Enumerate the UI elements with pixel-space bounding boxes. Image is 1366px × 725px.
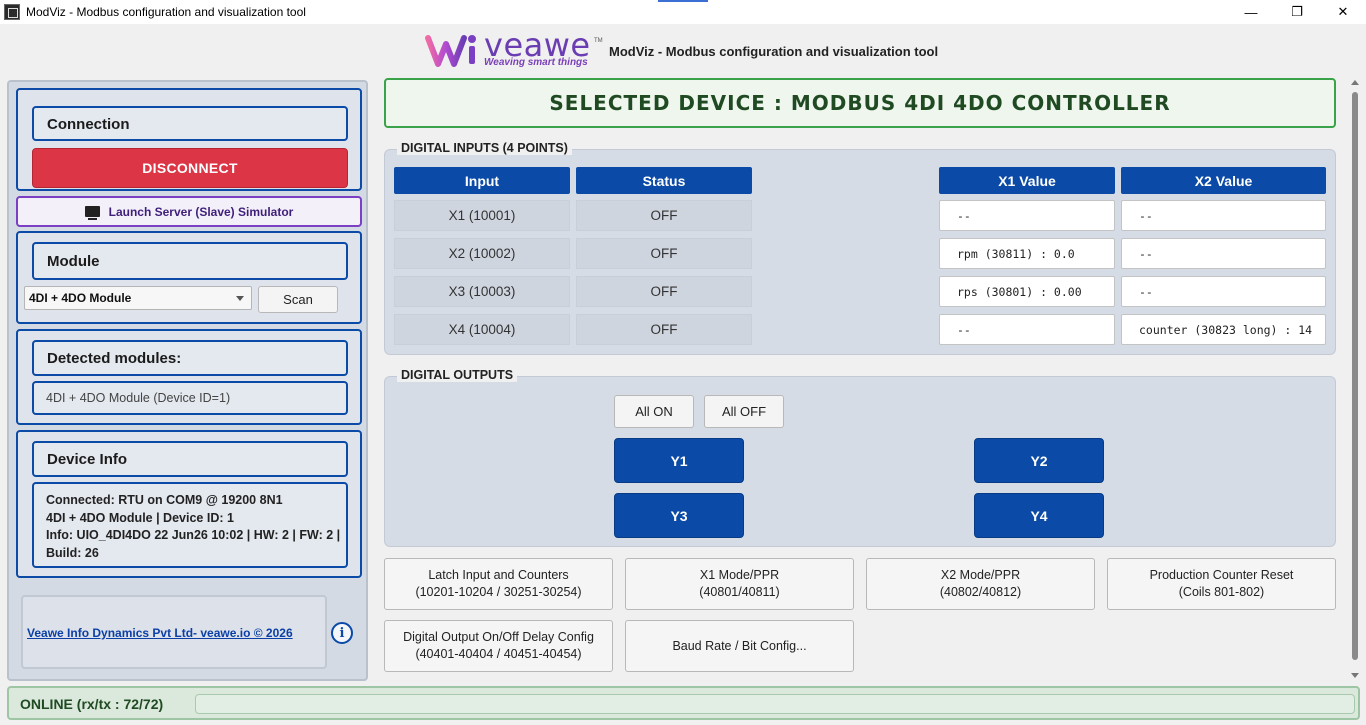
latch-registers: (10201-10204 / 30251-30254) [415, 585, 582, 599]
module-select[interactable]: 4DI + 4DO Module [24, 286, 252, 310]
status-log-field [195, 694, 1355, 714]
baud-rate-label: Baud Rate / Bit Config... [672, 638, 807, 653]
monitor-icon [84, 206, 100, 220]
x1-value-x4: -- [939, 314, 1115, 345]
all-off-button[interactable]: All OFF [704, 395, 784, 428]
selected-device-banner: SELECTED DEVICE : MODBUS 4DI 4DO CONTROL… [384, 78, 1336, 128]
device-info-title-box: Device Info [32, 441, 348, 477]
connection-group: Connection DISCONNECT [16, 88, 362, 191]
detected-modules-group: Detected modules: 4DI + 4DO Module (Devi… [16, 329, 362, 425]
left-panel: Connection DISCONNECT Launch Server (Sla… [7, 80, 368, 681]
device-info-line-3: Info: UIO_4DI4DO 22 Jun26 10:02 | HW: 2 … [46, 528, 341, 560]
latch-label: Latch Input and Counters [428, 568, 569, 582]
module-title-box: Module [32, 242, 348, 280]
device-info-text: Connected: RTU on COM9 @ 19200 8N1 4DI +… [46, 492, 346, 562]
scroll-down-icon[interactable] [1351, 673, 1359, 678]
x1-value-x1: -- [939, 200, 1115, 231]
x2-value-x4: counter (30823 long) : 14 [1121, 314, 1326, 345]
status-text: ONLINE (rx/tx : 72/72) [20, 696, 164, 712]
window-title: ModViz - Modbus configuration and visual… [26, 5, 306, 19]
production-counter-reset-button[interactable]: Production Counter Reset (Coils 801-802) [1107, 558, 1336, 610]
x1-value-x3: rps (30801) : 0.00 [939, 276, 1115, 307]
output-y3-button[interactable]: Y3 [614, 493, 744, 538]
x2-mode-label: X2 Mode/PPR [940, 568, 1021, 582]
x2-value-x3: -- [1121, 276, 1326, 307]
connection-title-box: Connection [32, 106, 348, 141]
counter-reset-coils: (Coils 801-802) [1178, 585, 1265, 599]
header-x1-value: X1 Value [939, 167, 1115, 194]
logo-tagline: Weaving smart things [484, 57, 588, 68]
output-y2-button[interactable]: Y2 [974, 438, 1104, 483]
input-name-x4: X4 (10004) [394, 314, 570, 345]
logo-w-icon [425, 35, 476, 67]
module-title: Module [47, 253, 100, 270]
window-titlebar: ModViz - Modbus configuration and visual… [0, 0, 1366, 24]
output-delay-config-button[interactable]: Digital Output On/Off Delay Config (4040… [384, 620, 613, 672]
header-status: Status [576, 167, 752, 194]
detected-module-item: 4DI + 4DO Module (Device ID=1) [46, 391, 231, 405]
disconnect-button[interactable]: DISCONNECT [32, 148, 348, 188]
input-status-x3: OFF [576, 276, 752, 307]
simulator-label: Launch Server (Slave) Simulator [108, 204, 294, 219]
restore-button[interactable]: ❐ [1274, 0, 1320, 24]
launch-simulator-button[interactable]: Launch Server (Slave) Simulator [16, 196, 362, 227]
device-info-line-2: 4DI + 4DO Module | Device ID: 1 [46, 510, 234, 525]
x1-mode-registers: (40801/40811) [699, 585, 780, 599]
latch-input-counters-button[interactable]: Latch Input and Counters (10201-10204 / … [384, 558, 613, 610]
x2-value-x1: -- [1121, 200, 1326, 231]
scan-button[interactable]: Scan [258, 286, 338, 313]
detected-item-box[interactable]: 4DI + 4DO Module (Device ID=1) [32, 381, 348, 415]
module-select-value: 4DI + 4DO Module [29, 291, 132, 305]
x1-mode-ppr-button[interactable]: X1 Mode/PPR (40801/40811) [625, 558, 854, 610]
all-on-button[interactable]: All ON [614, 395, 694, 428]
delay-config-registers: (40401-40404 / 40451-40454) [415, 647, 582, 661]
status-bar: ONLINE (rx/tx : 72/72) [7, 686, 1360, 720]
app-header: veawe TM Weaving smart things ModViz - M… [0, 24, 1366, 74]
x2-mode-registers: (40802/40812) [939, 585, 1022, 599]
minimize-button[interactable]: — [1228, 0, 1274, 24]
window-controls: — ❐ ✕ [1228, 0, 1366, 24]
device-info-line-1: Connected: RTU on COM9 @ 19200 8N1 [46, 493, 283, 507]
app-icon [4, 4, 20, 20]
app-title: ModViz - Modbus configuration and visual… [609, 44, 939, 59]
close-button[interactable]: ✕ [1320, 0, 1366, 24]
chevron-down-icon [236, 296, 244, 301]
header-input: Input [394, 167, 570, 194]
input-status-x1: OFF [576, 200, 752, 231]
company-link[interactable]: Veawe Info Dynamics Pvt Ltd- veawe.io © … [27, 626, 293, 640]
scrollbar-thumb[interactable] [1352, 92, 1358, 660]
connection-title: Connection [47, 116, 130, 133]
x1-mode-label: X1 Mode/PPR [699, 568, 780, 582]
device-info-box: Connected: RTU on COM9 @ 19200 8N1 4DI +… [32, 482, 348, 568]
baud-rate-config-button[interactable]: Baud Rate / Bit Config... [625, 620, 854, 672]
x2-mode-ppr-button[interactable]: X2 Mode/PPR (40802/40812) [866, 558, 1095, 610]
info-icon[interactable]: i [331, 622, 353, 644]
output-y1-button[interactable]: Y1 [614, 438, 744, 483]
device-info-title: Device Info [47, 451, 128, 468]
veawe-logo: veawe TM Weaving smart things [424, 26, 604, 72]
input-status-x4: OFF [576, 314, 752, 345]
input-name-x3: X3 (10003) [394, 276, 570, 307]
detected-title: Detected modules: [47, 350, 182, 367]
digital-outputs-section [384, 376, 1336, 547]
digital-outputs-label: DIGITAL OUTPUTS [397, 368, 518, 382]
x2-value-x2: -- [1121, 238, 1326, 269]
input-name-x2: X2 (10002) [394, 238, 570, 269]
logo-tm: TM [594, 38, 603, 44]
x1-value-x2: rpm (30811) : 0.0 [939, 238, 1115, 269]
detected-title-box: Detected modules: [32, 340, 348, 376]
counter-reset-label: Production Counter Reset [1149, 568, 1294, 582]
device-info-group: Device Info Connected: RTU on COM9 @ 192… [16, 430, 362, 578]
output-y4-button[interactable]: Y4 [974, 493, 1104, 538]
input-name-x1: X1 (10001) [394, 200, 570, 231]
header-x2-value: X2 Value [1121, 167, 1326, 194]
vertical-scrollbar[interactable] [1348, 76, 1362, 682]
scroll-up-icon[interactable] [1351, 80, 1359, 85]
delay-config-label: Digital Output On/Off Delay Config [403, 630, 594, 644]
digital-inputs-label: DIGITAL INPUTS (4 POINTS) [397, 141, 572, 155]
input-status-x2: OFF [576, 238, 752, 269]
taskbar-indicator [658, 0, 708, 2]
